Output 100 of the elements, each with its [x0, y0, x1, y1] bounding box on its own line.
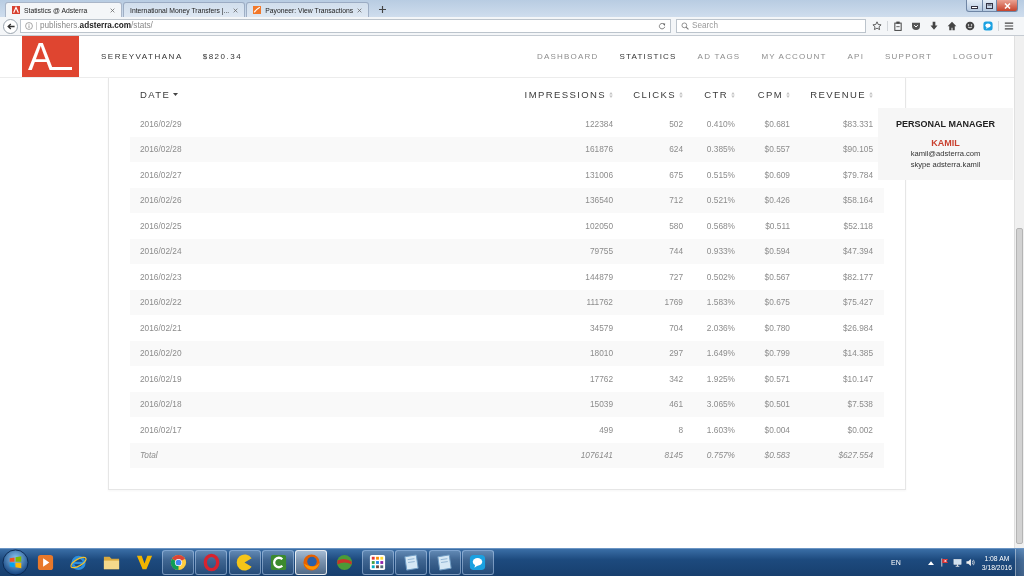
taskbar-button[interactable] — [262, 550, 295, 575]
taskbar-button[interactable] — [395, 550, 428, 575]
smiley-icon[interactable] — [965, 21, 975, 31]
column-header[interactable]: CPM — [735, 89, 790, 100]
nav-link[interactable]: LOGOUT — [953, 52, 994, 61]
nav-link[interactable]: MY ACCOUNT — [761, 52, 827, 61]
document-icon — [401, 553, 421, 572]
close-icon — [1003, 2, 1011, 9]
plus-icon[interactable] — [379, 6, 387, 13]
chevron-icon — [135, 553, 155, 572]
column-header[interactable]: CTR — [683, 89, 735, 100]
tile-icon — [12, 6, 20, 14]
caret-up-icon[interactable] — [927, 560, 934, 565]
table-cell-text: 0.502% — [705, 271, 735, 282]
table-cell-text: 580 — [668, 220, 683, 231]
logo[interactable]: A — [22, 36, 79, 77]
table-cell-text: 2016/02/17 — [140, 424, 183, 435]
taskbar-button[interactable] — [228, 550, 261, 575]
table-cell-text: 2.036% — [705, 322, 735, 333]
table-cell-text: $10.147 — [842, 373, 873, 384]
close-icon[interactable] — [110, 7, 115, 13]
table-cell-text: $47.394 — [842, 246, 873, 257]
table-cell-text: 2016/02/20 — [140, 348, 183, 359]
table-cell-text: 2016/02/22 — [140, 297, 183, 308]
table-cell-text: $0.571 — [763, 373, 790, 384]
reload-icon[interactable] — [658, 22, 666, 30]
username: SEREYVATHANA — [101, 52, 183, 61]
taskbar-button[interactable] — [428, 550, 461, 575]
column-header[interactable]: REVENUE — [790, 89, 873, 100]
table-cell-text: 704 — [668, 322, 683, 333]
table-cell-text: 0.410% — [705, 118, 735, 129]
nav-link[interactable]: AD TAGS — [697, 52, 741, 61]
table-cell-text: 79755 — [588, 246, 613, 257]
scrollbar[interactable] — [1014, 36, 1024, 548]
close-icon[interactable] — [357, 7, 363, 13]
menu-icon[interactable] — [1004, 21, 1014, 31]
table-cell-text: 2016/02/21 — [140, 322, 183, 333]
table-cell-text: 297 — [668, 348, 683, 359]
close-icon[interactable] — [233, 7, 239, 13]
table-cell-text: $0.567 — [763, 271, 790, 282]
network-icon[interactable] — [952, 558, 962, 567]
table-cell-text: $0.609 — [763, 169, 790, 180]
table-cell-text: 161876 — [584, 144, 613, 155]
column-header[interactable]: CLICKS — [613, 89, 683, 100]
nav-link[interactable]: DASHBOARD — [537, 52, 599, 61]
table-cell-text: 1076141 — [579, 450, 613, 461]
ring-orbit-icon — [68, 553, 88, 572]
column-header[interactable]: IMPRESSIONS — [483, 89, 613, 100]
volume-icon[interactable] — [965, 558, 975, 567]
clipboard-icon[interactable] — [893, 21, 903, 31]
grid-icon — [368, 553, 388, 572]
table-cell-text: 8 — [677, 424, 683, 435]
back-button[interactable] — [3, 18, 18, 34]
table-cell-text: $90.105 — [842, 144, 873, 155]
taskbar-button[interactable] — [162, 550, 195, 575]
start-orb-icon[interactable] — [2, 549, 29, 576]
table-cell-text: 144879 — [584, 271, 613, 282]
nav-link[interactable]: API — [847, 52, 865, 61]
table-cell-text: $83.331 — [842, 118, 873, 129]
table-cell-text: 122384 — [584, 118, 613, 129]
table-cell-text: 2016/02/27 — [140, 169, 183, 180]
table-cell-text: 2016/02/26 — [140, 195, 183, 206]
table-cell-text: 727 — [668, 271, 683, 282]
star-icon[interactable] — [872, 21, 882, 31]
table-cell-text: 34579 — [588, 322, 613, 333]
table-cell-text: $627.554 — [837, 450, 873, 461]
scrollbar-thumb[interactable] — [1015, 228, 1023, 544]
table-cell-text: Total — [140, 450, 159, 461]
address-field[interactable]: publishers.adsterra.com/stats/ — [20, 19, 671, 33]
table-cell-text: $14.385 — [842, 348, 873, 359]
close-button[interactable] — [997, 0, 1018, 12]
table-cell-text: 2016/02/18 — [140, 399, 183, 410]
manager-name: KAMIL — [931, 138, 960, 149]
minimize-button[interactable] — [966, 0, 983, 12]
table-cell-text: 2016/02/25 — [140, 220, 183, 231]
table-cell-text: 0.385% — [705, 144, 735, 155]
nav-link[interactable]: STATISTICS — [619, 52, 677, 61]
taskbar-button[interactable] — [461, 550, 494, 575]
taskbar-button[interactable] — [361, 550, 394, 575]
show-desktop-button[interactable] — [1015, 549, 1024, 576]
maximize-button[interactable] — [983, 0, 997, 12]
table-cell-text: $0.594 — [763, 246, 790, 257]
table-cell-text: 0.568% — [705, 220, 735, 231]
home-icon[interactable] — [947, 21, 957, 31]
pocket-icon[interactable] — [911, 21, 921, 31]
table-cell-text: 675 — [668, 169, 683, 180]
table-cell-text: 3.065% — [705, 399, 735, 410]
column-header[interactable]: DATE — [140, 89, 483, 100]
table-cell-text: 18010 — [588, 348, 613, 359]
minimize-icon — [971, 5, 978, 9]
table-cell-text: 17762 — [588, 373, 613, 384]
url-text: publishers.adsterra.com/stats/ — [40, 21, 153, 31]
download-icon[interactable] — [929, 21, 939, 31]
table-cell-text: 2016/02/29 — [140, 118, 183, 129]
flag-icon[interactable] — [939, 558, 949, 567]
nav-link[interactable]: SUPPORT — [885, 52, 932, 61]
table-cell-text: $26.984 — [842, 322, 873, 333]
bubble-icon[interactable] — [983, 21, 993, 31]
table-cell-text: 1.603% — [705, 424, 735, 435]
table-cell-text: 2016/02/28 — [140, 144, 183, 155]
